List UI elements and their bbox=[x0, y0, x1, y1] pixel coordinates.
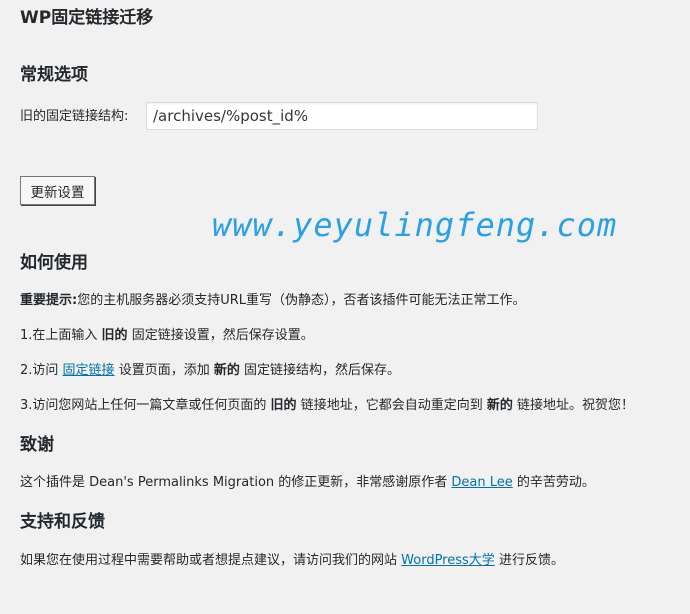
step-1-text-a: 1.在上面输入 bbox=[20, 328, 98, 343]
how-to-use-heading: 如何使用 bbox=[20, 253, 88, 273]
step-1: 1.在上面输入 旧的 固定链接设置，然后保存设置。 bbox=[20, 327, 314, 345]
support-text-b: 进行反馈。 bbox=[498, 553, 564, 568]
update-settings-button[interactable]: 更新设置 bbox=[20, 176, 95, 205]
old-structure-input[interactable] bbox=[146, 102, 538, 130]
step-3: 3.访问您网站上任何一篇文章或任何页面的 旧的 链接地址，它都会自动重定向到 新… bbox=[20, 397, 634, 415]
support-heading: 支持和反馈 bbox=[20, 512, 105, 532]
author-link[interactable]: Dean Lee bbox=[451, 475, 512, 490]
permalink-settings-link[interactable]: 固定链接 bbox=[63, 363, 115, 378]
step-2: 2.访问 固定链接 设置页面，添加 新的 固定链接结构，然后保存。 bbox=[20, 362, 400, 380]
support-text-a: 如果您在使用过程中需要帮助或者想提点建议，请访问我们的网站 bbox=[20, 553, 398, 568]
step-1-bold: 旧的 bbox=[101, 328, 128, 343]
plugin-settings-page: WP固定链接迁移 常规选项 旧的固定链接结构: 更新设置 www.yeyulin… bbox=[0, 0, 690, 614]
step-2-text-b: 设置页面，添加 bbox=[118, 363, 210, 378]
step-3-bold-old: 旧的 bbox=[270, 398, 297, 413]
thanks-heading: 致谢 bbox=[20, 435, 54, 455]
old-structure-label: 旧的固定链接结构: bbox=[20, 109, 129, 124]
step-3-bold-new: 新的 bbox=[486, 398, 513, 413]
step-1-text-b: 固定链接设置，然后保存设置。 bbox=[131, 328, 314, 343]
page-title: WP固定链接迁移 bbox=[20, 8, 154, 28]
step-2-text-a: 2.访问 bbox=[20, 363, 59, 378]
thanks-text-a: 这个插件是 Dean's Permalinks Migration 的修正更新，… bbox=[20, 475, 448, 490]
step-2-text-c: 固定链接结构，然后保存。 bbox=[244, 363, 401, 378]
step-2-bold: 新的 bbox=[213, 363, 240, 378]
notice-paragraph: 重要提示:您的主机服务器必须支持URL重写（伪静态），否者该插件可能无法正常工作… bbox=[20, 292, 526, 310]
step-3-text-a: 3.访问您网站上任何一篇文章或任何页面的 bbox=[20, 398, 267, 413]
support-paragraph: 如果您在使用过程中需要帮助或者想提点建议，请访问我们的网站 WordPress大… bbox=[20, 552, 564, 570]
watermark-text: www.yeyulingfeng.com bbox=[212, 206, 618, 244]
website-link[interactable]: WordPress大学 bbox=[401, 553, 495, 568]
step-3-text-b: 链接地址，它都会自动重定向到 bbox=[300, 398, 483, 413]
notice-text: 您的主机服务器必须支持URL重写（伪静态），否者该插件可能无法正常工作。 bbox=[77, 293, 526, 308]
thanks-paragraph: 这个插件是 Dean's Permalinks Migration 的修正更新，… bbox=[20, 474, 595, 492]
notice-label: 重要提示: bbox=[20, 293, 78, 308]
thanks-text-b: 的辛苦劳动。 bbox=[516, 475, 595, 490]
general-options-heading: 常规选项 bbox=[20, 65, 88, 85]
step-3-text-c: 链接地址。祝贺您！ bbox=[517, 398, 635, 413]
